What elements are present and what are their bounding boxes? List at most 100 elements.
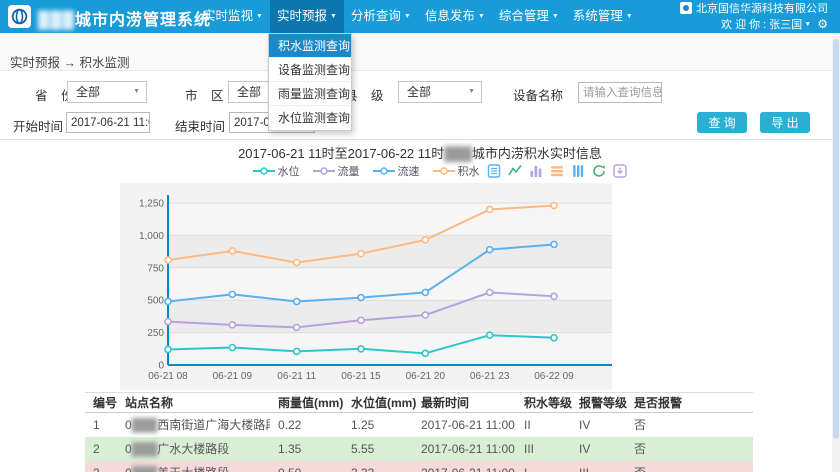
dropdown-item-rainfall-monitor-query[interactable]: 雨量监测查询 <box>269 82 351 106</box>
svg-text:06-22 09: 06-22 09 <box>534 371 574 382</box>
menu-item-info-publish[interactable]: 信息发布▼ <box>418 0 492 33</box>
bar-chart-icon[interactable] <box>529 164 543 178</box>
chart-title: 2017-06-21 11时至2017-06-22 11时███城市内涝积水实时… <box>85 143 755 162</box>
svg-text:06-21 15: 06-21 15 <box>341 371 381 382</box>
line-chart-icon[interactable] <box>508 164 522 178</box>
forecast-dropdown-menu: 积水监测查询 设备监测查询 雨量监测查询 水位监测查询 <box>268 33 352 131</box>
tiled-icon[interactable] <box>571 164 585 178</box>
column-header: 是否报警 <box>626 393 753 413</box>
svg-text:1,000: 1,000 <box>139 231 164 242</box>
app-logo-icon <box>8 5 31 28</box>
page: ███城市内涝管理系统 实时监视▼ 实时预报▼ 分析查询▼ 信息发布▼ 综合管理… <box>0 0 840 472</box>
legend-item[interactable]: 积水 <box>433 163 480 179</box>
svg-text:06-21 09: 06-21 09 <box>213 371 253 382</box>
censored-text: ███ <box>132 418 158 432</box>
svg-text:06-21 20: 06-21 20 <box>406 371 446 382</box>
column-header: 报警等级 <box>571 393 626 413</box>
svg-text:06-21 23: 06-21 23 <box>470 371 510 382</box>
line-chart-svg: 0 250 500 750 1,000 1,250 06-21 08 06-21 09 06-2… <box>120 183 612 390</box>
column-header: 站点名称 <box>117 393 270 413</box>
legend-item[interactable]: 流量 <box>313 163 360 179</box>
welcome-line: 欢 迎 你 : 张三国▼⚙ <box>680 17 828 33</box>
station-name: 0███美天大楼路段 <box>117 461 270 472</box>
svg-text:06-21 11: 06-21 11 <box>277 371 316 382</box>
chevron-down-icon: ▼ <box>804 21 811 28</box>
stack-icon[interactable] <box>550 164 564 178</box>
start-time-input[interactable] <box>66 112 150 133</box>
main-menu: 实时监视▼ 实时预报▼ 分析查询▼ 信息发布▼ 综合管理▼ 系统管理▼ <box>196 0 640 33</box>
chevron-down-icon: ▼ <box>552 13 559 20</box>
table-row[interactable]: 2 0███广水大楼路段 1.35 5.55 2017-06-21 11:00:… <box>85 437 753 461</box>
device-name-label: 设备名称 <box>513 85 563 104</box>
breadcrumb: 实时预报 → 积水监测 <box>10 52 130 71</box>
column-header: 水位值(mm) <box>343 393 413 413</box>
menu-item-realtime-forecast[interactable]: 实时预报▼ <box>270 0 344 33</box>
breadcrumb-arrow: → <box>64 56 77 70</box>
column-header: 编号 <box>85 393 117 413</box>
legend-marker-icon <box>313 166 335 176</box>
legend-marker-icon <box>373 166 395 176</box>
topbar: ███城市内涝管理系统 实时监视▼ 实时预报▼ 分析查询▼ 信息发布▼ 综合管理… <box>0 0 840 33</box>
column-header: 积水等级 <box>516 393 571 413</box>
data-view-icon[interactable] <box>487 164 501 178</box>
menu-item-realtime-monitor[interactable]: 实时监视▼ <box>196 0 270 33</box>
svg-text:500: 500 <box>147 296 164 307</box>
svg-text:0: 0 <box>158 361 164 372</box>
station-name: 0███西南街道广海大楼路段 <box>117 413 270 437</box>
app-title: ███城市内涝管理系统 <box>38 6 211 30</box>
restore-refresh-icon[interactable] <box>592 164 606 178</box>
save-image-icon[interactable] <box>613 164 627 178</box>
chevron-down-icon: ▼ <box>404 13 411 20</box>
legend-item[interactable]: 流速 <box>373 163 420 179</box>
menu-item-comprehensive-mgmt[interactable]: 综合管理▼ <box>492 0 566 33</box>
city-label: 市 区 <box>185 85 223 104</box>
chevron-down-icon: ▼ <box>478 13 485 20</box>
table-header-row: 编号 站点名称 雨量值(mm) 水位值(mm) 最新时间 积水等级 报警等级 是… <box>85 393 753 413</box>
county-select[interactable]: 全部▼ <box>398 81 482 103</box>
province-select[interactable]: 全部▼ <box>67 81 147 103</box>
dropdown-item-water-accumulation-query[interactable]: 积水监测查询 <box>269 34 351 58</box>
legend-marker-icon <box>253 166 275 176</box>
dropdown-item-waterlevel-monitor-query[interactable]: 水位监测查询 <box>269 106 351 130</box>
station-table: 编号 站点名称 雨量值(mm) 水位值(mm) 最新时间 积水等级 报警等级 是… <box>85 392 753 472</box>
chart-toolbox <box>487 164 627 178</box>
chevron-down-icon: ▼ <box>256 13 263 20</box>
chevron-down-icon: ▼ <box>133 82 140 102</box>
device-name-input[interactable] <box>578 82 662 103</box>
table-row[interactable]: 1 0███西南街道广海大楼路段 0.22 1.25 2017-06-21 11… <box>85 413 753 437</box>
table-row[interactable]: 3 0███美天大楼路段 0.50 3.33 2017-06-21 11:00:… <box>85 461 753 472</box>
svg-text:750: 750 <box>147 263 164 274</box>
company-logo-icon <box>680 2 692 14</box>
chevron-down-icon: ▼ <box>330 13 337 20</box>
chevron-down-icon: ▼ <box>626 13 633 20</box>
svg-text:06-21 08: 06-21 08 <box>148 371 188 382</box>
company-name-line: 北京国信华源科技有限公司 <box>680 2 828 17</box>
legend-marker-icon <box>433 166 455 176</box>
column-header: 最新时间 <box>413 393 516 413</box>
svg-text:250: 250 <box>147 328 164 339</box>
station-name: 0███广水大楼路段 <box>117 437 270 461</box>
filter-bar: 省 份 全部▼ 市 区 全部▼ 县 级 全部▼ 设备名称 开始时间 结束时间 查… <box>0 72 840 140</box>
column-header: 雨量值(mm) <box>270 393 343 413</box>
export-button[interactable]: 导 出 <box>760 112 810 133</box>
vertical-scrollbar <box>832 33 840 472</box>
menu-item-analysis-query[interactable]: 分析查询▼ <box>344 0 418 33</box>
censored-city-name: ███ <box>38 12 75 29</box>
line-chart: 0 250 500 750 1,000 1,250 06-21 08 06-21 09 06-2… <box>120 183 612 390</box>
censored-text: ███ <box>132 442 158 456</box>
topbar-user-area: 北京国信华源科技有限公司 欢 迎 你 : 张三国▼⚙ <box>680 2 828 33</box>
username[interactable]: 张三国 <box>769 19 802 31</box>
censored-text: ███ <box>132 466 158 472</box>
censored-city-name: ███ <box>444 146 472 161</box>
query-button[interactable]: 查 询 <box>697 112 747 133</box>
breadcrumb-bar: 实时预报 → 积水监测 <box>0 33 840 71</box>
dropdown-item-device-monitor-query[interactable]: 设备监测查询 <box>269 58 351 82</box>
scrollbar-thumb[interactable] <box>833 39 839 439</box>
legend-item[interactable]: 水位 <box>253 163 300 179</box>
chevron-down-icon: ▼ <box>468 82 475 102</box>
menu-item-system-mgmt[interactable]: 系统管理▼ <box>566 0 640 33</box>
svg-text:1,250: 1,250 <box>139 199 164 210</box>
end-time-label: 结束时间 <box>175 116 225 135</box>
start-time-label: 开始时间 <box>13 116 63 135</box>
gear-icon[interactable]: ⚙ <box>817 17 828 31</box>
